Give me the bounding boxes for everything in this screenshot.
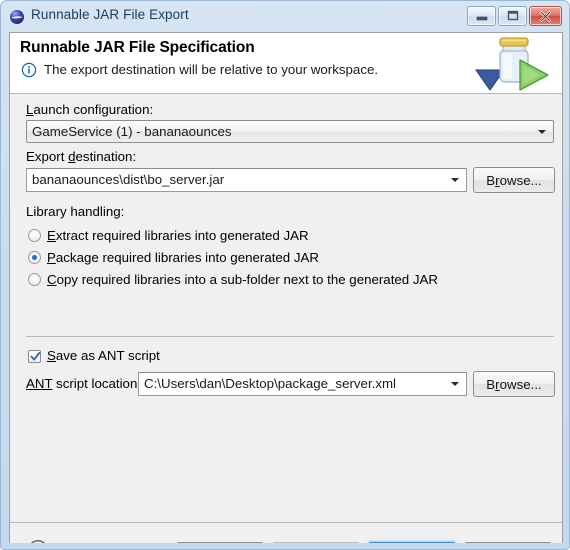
launch-configuration-value: GameService (1) - bananaounces (32, 124, 232, 139)
cancel-button[interactable]: Cancel (464, 542, 552, 543)
maximize-button[interactable] (498, 6, 527, 26)
window-title: Runnable JAR File Export (31, 7, 189, 22)
finish-button[interactable]: Finish (368, 542, 456, 543)
checkmark-icon (30, 351, 41, 361)
info-icon (21, 62, 37, 78)
page-description: The export destination will be relative … (44, 62, 379, 77)
footer-divider (10, 522, 562, 523)
dialog-window: Runnable JAR File Export Runnable JAR Fi… (0, 0, 570, 550)
launch-configuration-label: Launch configuration: (26, 102, 154, 117)
wizard-body: Launch configuration: GameService (1) - … (10, 94, 562, 543)
radio-copy-label: Copy required libraries into a sub-folde… (47, 272, 439, 287)
wizard-header: Runnable JAR File Specification The expo… (10, 33, 562, 94)
radio-extract-indicator (28, 229, 41, 242)
export-destination-value: bananaounces\dist\bo_server.jar (32, 172, 225, 187)
jar-export-icon (470, 33, 556, 93)
minimize-icon (468, 7, 495, 25)
export-browse-button[interactable]: Browse... (473, 167, 555, 193)
export-destination-input[interactable]: bananaounces\dist\bo_server.jar (26, 168, 467, 192)
save-ant-script-label[interactable]: Save as ANT script (47, 348, 160, 363)
page-title: Runnable JAR File Specification (20, 39, 255, 56)
dialog-footer: ? < Back Next > Finish Cancel (10, 522, 562, 543)
next-button: Next > (272, 542, 360, 543)
minimize-button[interactable] (467, 6, 496, 26)
dialog-content: Runnable JAR File Specification The expo… (9, 32, 563, 543)
ant-browse-label: Browse... (486, 376, 542, 392)
radio-package-indicator (28, 251, 41, 264)
section-divider (26, 336, 554, 337)
ant-script-location-value: C:\Users\dan\Desktop\package_server.xml (144, 376, 397, 391)
chevron-down-icon[interactable] (451, 382, 459, 386)
back-button[interactable]: < Back (176, 542, 264, 543)
chevron-down-icon (538, 129, 546, 134)
radio-copy-indicator (28, 273, 41, 286)
launch-configuration-combo[interactable]: GameService (1) - bananaounces (26, 120, 554, 143)
close-icon (530, 7, 561, 25)
radio-package-label: Package required libraries into generate… (47, 250, 320, 265)
export-destination-label: Export destination: (26, 149, 137, 164)
help-button[interactable]: ? (27, 539, 49, 543)
export-browse-label: Browse... (486, 172, 542, 188)
library-handling-label: Library handling: (26, 204, 125, 219)
eclipse-icon (9, 9, 25, 25)
ant-script-location-input[interactable]: C:\Users\dan\Desktop\package_server.xml (138, 372, 467, 396)
chevron-down-icon[interactable] (451, 178, 459, 182)
radio-extract-label: Extract required libraries into generate… (47, 228, 309, 243)
ant-browse-button[interactable]: Browse... (473, 371, 555, 397)
title-bar[interactable]: Runnable JAR File Export (1, 1, 569, 32)
ant-script-location-label: ANT script location: (26, 376, 142, 391)
maximize-icon (499, 7, 526, 25)
save-ant-script-checkbox[interactable] (28, 350, 41, 363)
close-button[interactable] (529, 6, 562, 26)
